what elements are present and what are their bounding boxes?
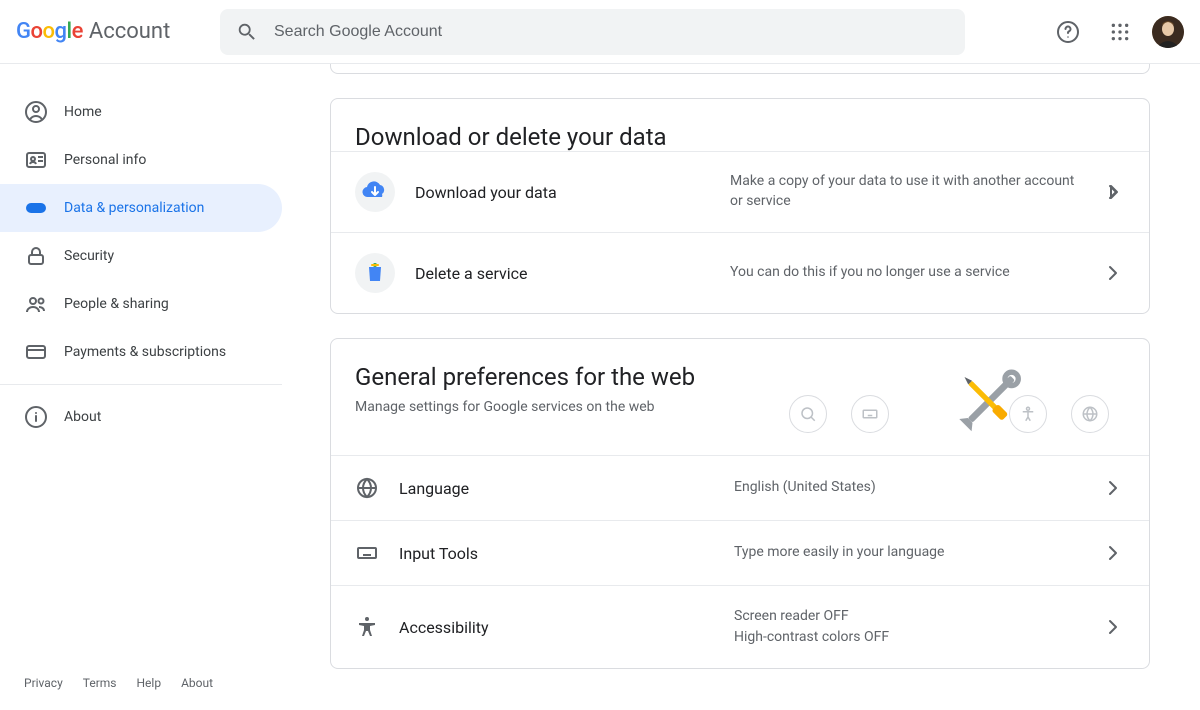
tools-illustration xyxy=(889,344,1089,459)
sidebar-item-label: About xyxy=(64,409,101,425)
chevron-right-icon xyxy=(1101,615,1125,639)
row-label: Download your data xyxy=(415,183,710,202)
mini-keyboard-icon xyxy=(851,395,889,433)
accessibility-line2: High-contrast colors OFF xyxy=(734,627,1081,648)
card-download-delete: Download or delete your data Download yo… xyxy=(330,98,1150,314)
chevron-right-icon xyxy=(1101,541,1125,565)
keyboard-icon xyxy=(355,541,379,565)
trash-icon xyxy=(355,253,395,293)
sidebar-item-data-personalization[interactable]: Data & personalization xyxy=(0,184,282,232)
search-bar[interactable] xyxy=(220,9,965,55)
apps-button[interactable] xyxy=(1100,12,1140,52)
sidebar-item-personal-info[interactable]: Personal info xyxy=(0,136,282,184)
header-actions xyxy=(1048,12,1184,52)
row-label: Delete a service xyxy=(415,264,710,283)
chevron-right-icon xyxy=(1101,180,1125,204)
sidebar-item-payments[interactable]: Payments & subscriptions xyxy=(0,328,282,376)
previous-card-bottom xyxy=(330,64,1150,74)
mini-search-icon xyxy=(789,395,827,433)
chevron-right-icon xyxy=(1101,476,1125,500)
help-button[interactable] xyxy=(1048,12,1088,52)
footer-privacy[interactable]: Privacy xyxy=(24,676,63,690)
home-icon xyxy=(24,100,48,124)
row-label: Input Tools xyxy=(399,544,714,563)
card-icon xyxy=(24,340,48,364)
row-desc: English (United States) xyxy=(734,478,1081,498)
row-accessibility[interactable]: Accessibility Screen reader OFF High-con… xyxy=(331,585,1149,668)
row-language[interactable]: Language English (United States) xyxy=(331,455,1149,520)
globe-icon xyxy=(355,476,379,500)
row-input-tools[interactable]: Input Tools Type more easily in your lan… xyxy=(331,520,1149,585)
header: Google Account xyxy=(0,0,1200,64)
chevron-right-icon xyxy=(1101,261,1125,285)
logo-area[interactable]: Google Account xyxy=(16,19,196,44)
sidebar: Home Personal info Data & personalizatio… xyxy=(0,64,282,710)
search-icon xyxy=(236,21,258,43)
sidebar-item-security[interactable]: Security xyxy=(0,232,282,280)
main: Download or delete your data Download yo… xyxy=(282,64,1200,710)
sidebar-item-label: Data & personalization xyxy=(64,200,204,216)
lock-icon xyxy=(24,244,48,268)
account-label: Account xyxy=(89,19,170,44)
row-label: Language xyxy=(399,479,714,498)
sidebar-item-label: Security xyxy=(64,248,114,264)
people-icon xyxy=(24,292,48,316)
cloud-download-icon xyxy=(355,172,395,212)
search-input[interactable] xyxy=(274,23,949,41)
row-label: Accessibility xyxy=(399,618,714,637)
card-general-prefs: General preferences for the web Manage s… xyxy=(330,338,1150,669)
row-desc: Type more easily in your language xyxy=(734,543,1081,563)
card-header: Download or delete your data xyxy=(331,99,1149,151)
row-desc: You can do this if you no longer use a s… xyxy=(730,263,1081,283)
accessibility-icon xyxy=(355,615,379,639)
sidebar-item-label: Payments & subscriptions xyxy=(64,344,226,360)
row-desc: Screen reader OFF High-contrast colors O… xyxy=(734,606,1081,648)
row-desc: Make a copy of your data to use it with … xyxy=(730,172,1081,211)
card-header: General preferences for the web Manage s… xyxy=(331,339,1149,455)
sidebar-item-label: Home xyxy=(64,104,102,120)
footer-about[interactable]: About xyxy=(181,676,213,690)
row-delete-service[interactable]: Delete a service You can do this if you … xyxy=(331,232,1149,313)
sidebar-item-home[interactable]: Home xyxy=(0,88,282,136)
row-download-data[interactable]: Download your data Make a copy of your d… xyxy=(331,151,1149,232)
card-title: Download or delete your data xyxy=(355,123,1125,151)
sidebar-item-about[interactable]: About xyxy=(0,393,282,441)
info-icon xyxy=(24,405,48,429)
sidebar-item-label: Personal info xyxy=(64,152,146,168)
avatar[interactable] xyxy=(1152,16,1184,48)
sidebar-item-people-sharing[interactable]: People & sharing xyxy=(0,280,282,328)
id-card-icon xyxy=(24,148,48,172)
footer-help[interactable]: Help xyxy=(137,676,162,690)
footer-terms[interactable]: Terms xyxy=(83,676,117,690)
sidebar-divider xyxy=(0,384,282,385)
footer-links: Privacy Terms Help About xyxy=(24,676,213,690)
toggle-icon xyxy=(24,196,48,220)
accessibility-line1: Screen reader OFF xyxy=(734,606,1081,627)
sidebar-item-label: People & sharing xyxy=(64,296,169,312)
google-logo: Google xyxy=(16,19,83,44)
